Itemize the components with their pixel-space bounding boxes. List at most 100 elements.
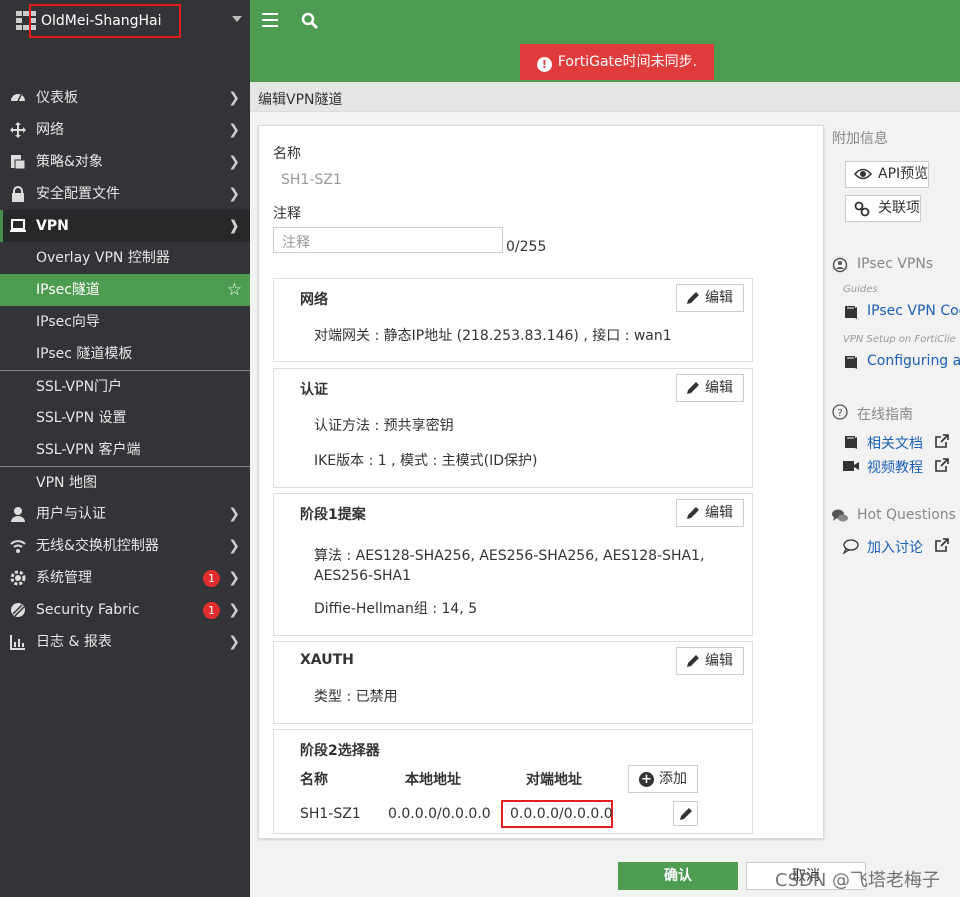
page-title: 编辑VPN隧道 xyxy=(258,92,343,108)
ipsec-guide-link[interactable]: IPsec VPN Coo xyxy=(867,303,960,319)
sidebar-item-label: 无线&交换机控制器 xyxy=(36,538,159,554)
sidebar-nav: 仪表板 ❯ 网络 ❯ 策略&对象 ❯ 安全配置文件 ❯ VPN ❱ Overla… xyxy=(0,82,250,658)
edit-label: 编辑 xyxy=(705,653,733,669)
sidebar-item-vpn[interactable]: VPN ❱ xyxy=(0,210,250,242)
search-icon[interactable] xyxy=(301,12,319,30)
sidebar-sub-ssl-portals[interactable]: SSL-VPN门户 xyxy=(0,370,250,402)
lock-icon xyxy=(12,186,24,202)
chart-icon xyxy=(10,635,25,650)
sidebar-item-network[interactable]: 网络 ❯ xyxy=(0,114,250,146)
configuring-link[interactable]: Configuring an xyxy=(867,353,960,369)
chevron-right-icon: ❯ xyxy=(228,506,240,522)
comment-label: 注释 xyxy=(273,206,301,222)
chevron-down-icon[interactable] xyxy=(232,16,242,22)
sidebar-sub-ssl-settings[interactable]: SSL-VPN 设置 xyxy=(0,402,250,434)
ipsec-vpns-heading: IPsec VPNs xyxy=(857,256,934,272)
edit-auth-button[interactable]: 编辑 xyxy=(676,374,744,402)
comments-icon xyxy=(832,509,848,522)
edit-xauth-button[interactable]: 编辑 xyxy=(676,647,744,675)
sidebar-item-label: VPN xyxy=(36,218,69,234)
sidebar-item-label: 用户与认证 xyxy=(36,506,106,522)
section-title: 网络 xyxy=(300,292,328,308)
network-section: 网络 编辑 对端网关 : 静态IP地址 (218.253.83.146) , 接… xyxy=(273,278,753,362)
sidebar-item-security-fabric[interactable]: Security Fabric 1 ❯ xyxy=(0,594,250,626)
add-selector-button[interactable]: + 添加 xyxy=(628,765,698,793)
edit-selector-button[interactable] xyxy=(673,801,698,826)
edit-network-button[interactable]: 编辑 xyxy=(676,284,744,312)
chevron-right-icon: ❯ xyxy=(228,154,240,170)
hot-questions-heading: Hot Questions a xyxy=(857,507,960,523)
sidebar-item-policy[interactable]: 策略&对象 ❯ xyxy=(0,146,250,178)
chevron-right-icon: ❯ xyxy=(228,634,240,650)
sidebar-item-label: 系统管理 xyxy=(36,570,92,586)
chevron-down-icon: ❱ xyxy=(228,218,240,234)
comment-textarea[interactable]: 注释 xyxy=(273,227,503,253)
watermark: CSDN @飞塔老梅子 xyxy=(775,870,941,891)
edit-label: 编辑 xyxy=(705,505,733,521)
sidebar-sub-label: IPsec隧道 xyxy=(36,282,100,298)
link-icon xyxy=(854,201,870,217)
auth-method: 认证方法 : 预共享密钥 xyxy=(314,418,454,434)
notification-badge: 1 xyxy=(203,602,220,619)
sidebar-item-user-auth[interactable]: 用户与认证 ❯ xyxy=(0,498,250,530)
column-header-remote: 对端地址 xyxy=(526,772,582,788)
online-guide-heading: 在线指南 xyxy=(857,407,913,423)
sidebar-sub-ipsec-tunnels[interactable]: IPsec隧道 ☆ xyxy=(0,274,250,306)
add-label: 添加 xyxy=(659,771,687,787)
sidebar-sub-vpn-map[interactable]: VPN 地图 xyxy=(0,466,250,498)
sidebar-item-log-report[interactable]: 日志 & 报表 ❯ xyxy=(0,626,250,658)
edit-label: 编辑 xyxy=(705,380,733,396)
network-icon xyxy=(10,122,26,138)
book-icon xyxy=(845,436,857,449)
references-button[interactable]: 关联项 xyxy=(845,195,921,222)
ike-version: IKE版本 : 1 , 模式 : 主模式(ID保护) xyxy=(314,453,538,469)
pencil-icon xyxy=(687,292,699,304)
pencil-icon xyxy=(680,808,692,820)
selector-local-address: 0.0.0.0/0.0.0.0 xyxy=(388,806,491,822)
dh-groups: Diffie-Hellman组 : 14, 5 xyxy=(314,601,478,617)
discuss-link[interactable]: 加入讨论 xyxy=(867,537,950,557)
chat-icon xyxy=(843,539,859,554)
sidebar-item-security-profiles[interactable]: 安全配置文件 ❯ xyxy=(0,178,250,210)
external-link-icon xyxy=(935,434,950,448)
time-sync-alert[interactable]: ! FortiGate时间未同步. xyxy=(520,44,714,80)
sidebar-sub-ipsec-templates[interactable]: IPsec 隧道模板 xyxy=(0,338,250,370)
section-title: 阶段1提案 xyxy=(300,507,366,523)
sidebar-item-dashboard[interactable]: 仪表板 ❯ xyxy=(0,82,250,114)
xauth-type: 类型 : 已禁用 xyxy=(314,689,398,705)
sidebar-sub-label: SSL-VPN 设置 xyxy=(36,410,127,426)
sidebar-sub-overlay-vpn[interactable]: Overlay VPN 控制器 xyxy=(0,242,250,274)
phase1-algorithms: 算法 : AES128-SHA256, AES256-SHA256, AES12… xyxy=(314,548,705,584)
column-header-local: 本地地址 xyxy=(405,772,461,788)
sidebar-item-label: 网络 xyxy=(36,122,64,138)
gear-icon xyxy=(10,570,26,586)
docs-link[interactable]: 相关文档 xyxy=(867,433,950,453)
eye-icon xyxy=(854,168,872,180)
alert-text: FortiGate时间未同步. xyxy=(557,54,698,70)
device-name[interactable]: OldMei-ShangHai xyxy=(29,4,181,38)
api-preview-button[interactable]: API预览 xyxy=(845,161,930,188)
chevron-right-icon: ❯ xyxy=(228,538,240,554)
sidebar-item-wifi-switch[interactable]: 无线&交换机控制器 ❯ xyxy=(0,530,250,562)
star-icon[interactable]: ☆ xyxy=(227,274,242,306)
sidebar-item-system[interactable]: 系统管理 1 ❯ xyxy=(0,562,250,594)
edit-label: 编辑 xyxy=(705,290,733,306)
vpn-setup-caption: VPN Setup on FortiClie xyxy=(843,334,956,345)
user-icon xyxy=(11,507,25,522)
book-icon xyxy=(845,306,857,319)
brand-bar[interactable]: OldMei-ShangHai xyxy=(0,0,250,46)
ipsec-icon xyxy=(832,257,848,273)
sidebar-sub-ssl-clients[interactable]: SSL-VPN 客户端 xyxy=(0,434,250,466)
confirm-button[interactable]: 确认 xyxy=(618,862,738,890)
discuss-link-label: 加入讨论 xyxy=(867,540,923,556)
sidebar-item-label: 日志 & 报表 xyxy=(36,634,112,650)
video-icon xyxy=(843,461,859,471)
video-link[interactable]: 视频教程 xyxy=(867,457,950,477)
sidebar-sub-label: IPsec 隧道模板 xyxy=(36,346,133,362)
menu-icon[interactable] xyxy=(262,13,278,27)
name-value: SH1-SZ1 xyxy=(281,172,342,188)
sidebar-sub-ipsec-wizard[interactable]: IPsec向导 xyxy=(0,306,250,338)
info-title: 附加信息 xyxy=(832,131,888,147)
edit-phase1-button[interactable]: 编辑 xyxy=(676,499,744,527)
sidebar-item-label: Security Fabric xyxy=(36,602,140,618)
